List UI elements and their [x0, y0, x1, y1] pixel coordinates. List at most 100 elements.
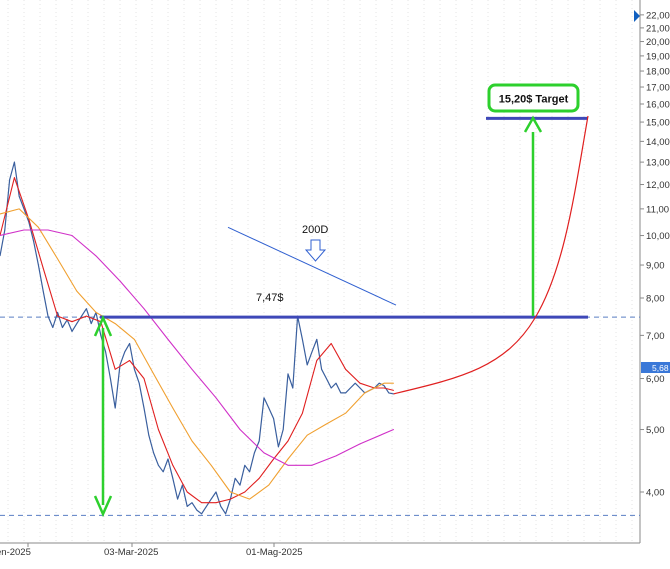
y-tick-label: 15,00	[646, 118, 670, 129]
ma-short-line-point	[259, 478, 260, 479]
price-line-point	[264, 397, 265, 398]
price-line-point	[283, 429, 284, 430]
ma-medium-line-point	[384, 383, 385, 384]
price-line-point	[350, 388, 351, 389]
ma-medium-line-point	[76, 291, 77, 292]
y-tick-label: 19,00	[646, 51, 670, 62]
ma-medium-line-point	[19, 208, 20, 209]
ma-medium-line-point	[364, 392, 365, 393]
ma-long-line-point	[168, 339, 169, 340]
ma-short-line-point	[360, 383, 361, 384]
y-tick-label: 4,00	[646, 488, 665, 499]
price-line-point	[278, 446, 279, 447]
ma-long-line-point	[216, 397, 217, 398]
price-line-point	[244, 465, 245, 466]
price-line-point	[345, 392, 346, 393]
price-line-point	[124, 351, 125, 352]
price-line-point	[100, 335, 101, 336]
y-tick-label: 17,00	[646, 83, 670, 94]
y-tick-label: 7,00	[646, 331, 665, 342]
price-line-point	[307, 364, 308, 365]
price-line-point	[14, 162, 15, 163]
ma-short-line-point	[158, 429, 159, 430]
ma-long-line-point	[336, 456, 337, 457]
ma-long-line-point	[288, 465, 289, 466]
ma-short-line-point	[316, 360, 317, 361]
resistance-label: 7,47$	[256, 292, 284, 304]
price-line-point	[259, 441, 260, 442]
price-line-point	[254, 452, 255, 453]
y-tick-label: 13,00	[646, 158, 670, 169]
price-line-point	[216, 492, 217, 493]
ma-medium-line-point	[172, 408, 173, 409]
price-line-point	[158, 465, 159, 466]
ma-medium-line-point	[307, 435, 308, 436]
ma-short-line-point	[384, 388, 385, 389]
price-line-point	[148, 435, 149, 436]
ma-short-line-point	[72, 321, 73, 322]
price-line-point	[91, 323, 92, 324]
price-line-point	[19, 196, 20, 197]
ma-medium-line-point	[211, 465, 212, 466]
y-tick-label: 10,00	[646, 231, 670, 242]
ma-short-line-point	[43, 268, 44, 269]
ma-medium-line-point	[288, 459, 289, 460]
ma-long-line-point	[72, 235, 73, 236]
price-line-point	[33, 241, 34, 242]
y-tick-label: 12,00	[646, 180, 670, 191]
ma-long-line-point	[312, 465, 313, 466]
price-line-point	[134, 369, 135, 370]
ma-long-line-point	[264, 452, 265, 453]
ma-short-line-point	[273, 459, 274, 460]
ma-medium-line-point	[268, 485, 269, 486]
price-line-point	[182, 485, 183, 486]
y-tick-label: 16,00	[646, 100, 670, 111]
price-line-point	[57, 312, 58, 313]
ma-long-line-point	[48, 230, 49, 231]
ma-short-line-point	[115, 369, 116, 370]
ma-long-line-point	[96, 255, 97, 256]
ma-medium-line-point	[38, 227, 39, 228]
price-line-point	[288, 373, 289, 374]
ma-medium-line-point	[134, 339, 135, 340]
price-line-point	[321, 369, 322, 370]
price-line-point	[76, 323, 77, 324]
y-tick-label: 6,00	[646, 374, 665, 385]
price-line-point	[177, 499, 178, 500]
price-line-point	[168, 459, 169, 460]
ma-long-line-point	[360, 444, 361, 445]
price-line-point	[105, 351, 106, 352]
price-line-point	[326, 378, 327, 379]
ma-short-line-point	[172, 465, 173, 466]
price-line-point	[225, 513, 226, 514]
ma-medium-line-point	[96, 312, 97, 313]
ma-medium-line-point	[326, 424, 327, 425]
ma-short-line-point	[216, 502, 217, 503]
x-tick-label: 01-Mag-2025	[246, 547, 303, 558]
ma-medium-line-point	[393, 383, 394, 384]
ma-short-line-point	[331, 343, 332, 344]
ma-medium-line-point	[249, 499, 250, 500]
chart-container: 4,005,006,007,008,009,0010,0011,0012,001…	[0, 0, 670, 564]
y-tick-label: 18,00	[646, 67, 670, 78]
ma-long-line-point	[144, 308, 145, 309]
price-line-point	[355, 383, 356, 384]
price-line-point	[187, 506, 188, 507]
price-line-point	[81, 316, 82, 317]
target-label: 15,20$ Target	[499, 94, 569, 106]
ma-short-line-point	[201, 502, 202, 503]
ma-short-line-point	[57, 316, 58, 317]
x-tick-label: en-2025	[0, 547, 31, 558]
ma-short-line-point	[187, 492, 188, 493]
price-line-point	[384, 385, 385, 386]
price-line-point	[211, 499, 212, 500]
ma200-label: 200D	[302, 224, 328, 236]
price-line-point	[192, 502, 193, 503]
price-line-point	[379, 383, 380, 384]
price-line-point	[388, 392, 389, 393]
ma-medium-line-point	[230, 492, 231, 493]
price-line-point	[38, 265, 39, 266]
price-line-point	[43, 291, 44, 292]
y-tick-label: 8,00	[646, 294, 665, 305]
price-line-point	[110, 378, 111, 379]
